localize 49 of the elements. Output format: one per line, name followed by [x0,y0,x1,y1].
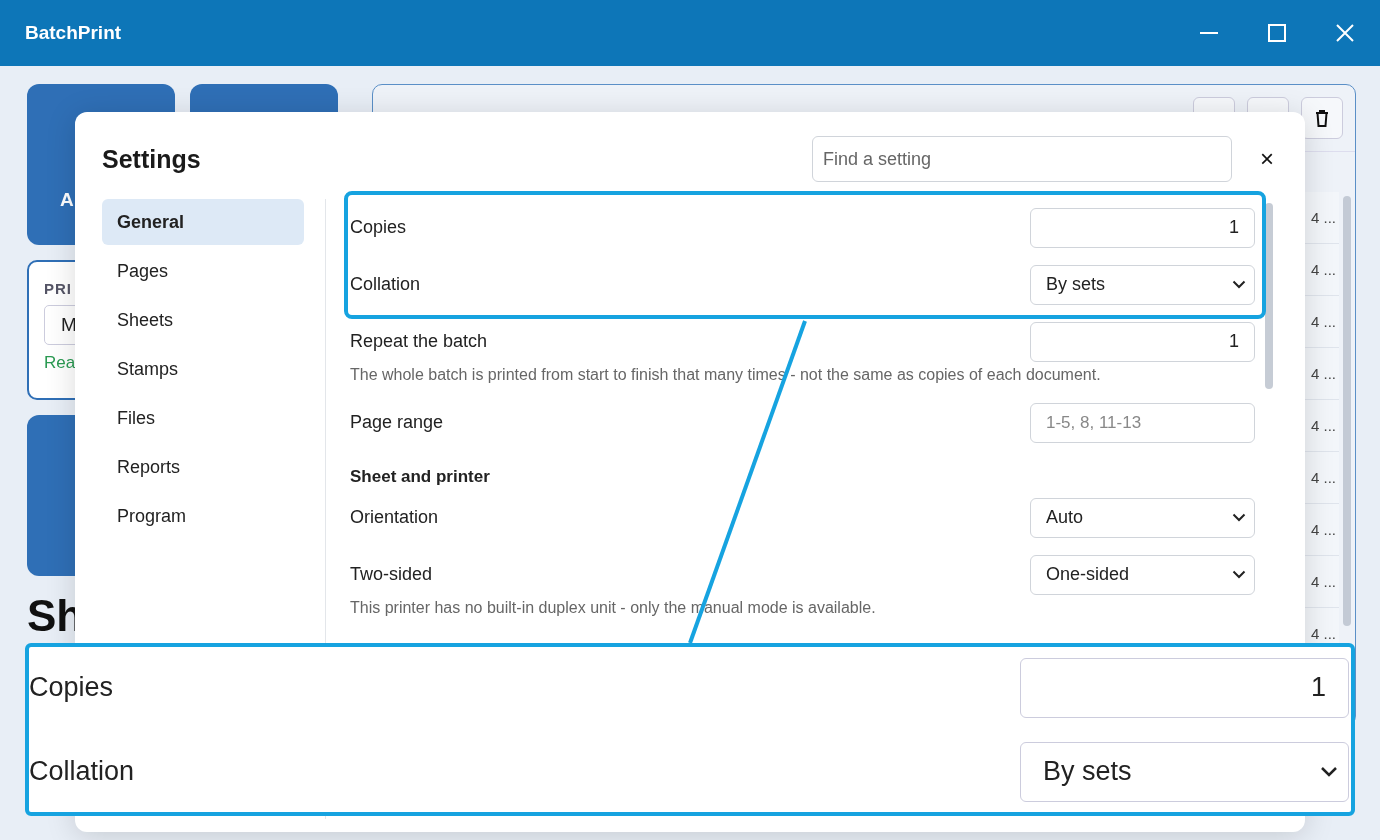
nav-item[interactable]: Files [102,395,304,441]
setting-label: Collation [29,756,135,787]
nav-item[interactable]: Reports [102,444,304,490]
printer-status: Rea [44,353,76,373]
chevron-icon [1320,766,1338,777]
chevron-icon [1232,570,1246,579]
dialog-title: Settings [102,144,202,174]
nav-item[interactable]: Program [102,493,304,539]
scrollbar[interactable] [1343,196,1351,626]
chevron-icon [1232,513,1246,522]
chevron-icon [1232,280,1246,289]
number-field[interactable]: 1 [1030,207,1255,248]
close-button[interactable]: × [1254,145,1280,173]
close-icon[interactable] [1336,24,1354,42]
table-cell: 4 ... [1311,261,1336,278]
table-cell: 4 ... [1311,365,1336,382]
window-title: BatchPrint [25,22,122,44]
number-field[interactable]: 1 [1030,321,1255,362]
dropdown[interactable]: By sets [1030,264,1255,305]
table-cell: 4 ... [1311,209,1336,226]
setting-label: Repeat the batch [350,331,488,352]
table-cell: 4 ... [1311,625,1336,642]
search-field[interactable]: Find a setting [812,136,1232,182]
setting-label: Collation [350,274,421,295]
nav-item[interactable]: Stamps [102,346,304,392]
help-text: The whole batch is printed from start to finish that many times - not the same as copies of each document. [350,366,1102,384]
nav-item[interactable]: Sheets [102,297,304,343]
delete-button[interactable] [1301,97,1343,139]
dropdown[interactable]: Auto [1030,497,1255,538]
text-field[interactable]: 1-5, 8, 11-13 [1030,402,1255,443]
table-cell: 4 ... [1311,573,1336,590]
setting-label: Page range [350,412,444,433]
setting-label: Copies [350,217,407,238]
number-field[interactable]: 1 [1020,657,1349,718]
table-cell: 4 ... [1311,469,1336,486]
dropdown[interactable]: One-sided [1030,554,1255,595]
setting-label: Two-sided [350,564,433,585]
dropdown[interactable]: By sets [1020,741,1349,802]
card-heading: PRI [44,280,72,297]
section-title: Sheet and printer [350,467,491,487]
nav-item[interactable]: Pages [102,248,304,294]
setting-label: Copies [29,672,114,703]
table-cell: 4 ... [1311,313,1336,330]
trash-icon [1315,109,1329,127]
nav-item[interactable]: General [102,199,304,245]
setting-label: Orientation [350,507,439,528]
table-cell: 4 ... [1311,417,1336,434]
table-cell: 4 ... [1311,521,1336,538]
maximize-icon[interactable] [1268,24,1286,42]
